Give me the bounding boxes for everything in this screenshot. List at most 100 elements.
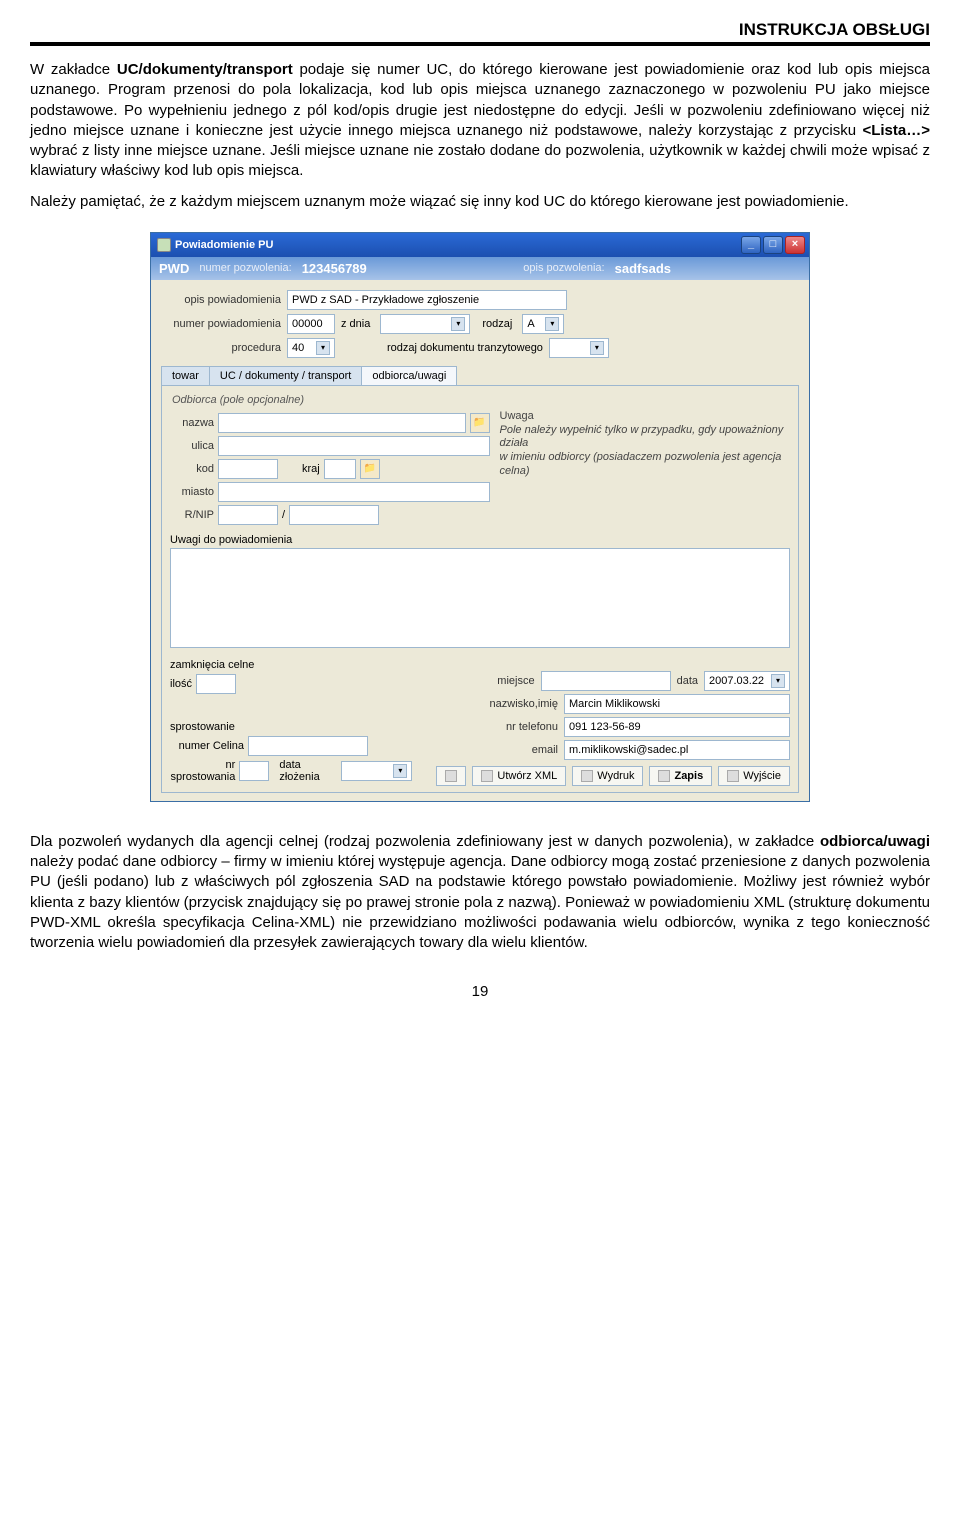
chevron-down-icon: ▾	[545, 317, 559, 331]
embedded-screenshot: Powiadomienie PU _ □ × PWD numer pozwole…	[30, 232, 930, 802]
procedura-value: 40	[292, 342, 304, 354]
procedura-label: procedura	[161, 342, 281, 354]
refresh-icon	[445, 770, 457, 782]
document-body-2: Dla pozwoleń wydanych dla agencji celnej…	[30, 832, 930, 954]
app-window: Powiadomienie PU _ □ × PWD numer pozwole…	[150, 232, 810, 802]
nazwisko-input[interactable]	[564, 694, 790, 714]
zapis-button[interactable]: Zapis	[649, 766, 712, 786]
tabs: towar UC / dokumenty / transport odbiorc…	[161, 366, 799, 385]
odbiorca-group-label: Odbiorca (pole opcjonalne)	[172, 394, 790, 406]
page-header-title: INSTRUKCJA OBSŁUGI	[30, 20, 930, 40]
miejsce-label: miejsce	[497, 675, 534, 687]
kod-label: kod	[170, 463, 214, 475]
refresh-button[interactable]	[436, 766, 466, 786]
tab-odbiorca-uwagi[interactable]: odbiorca/uwagi	[361, 366, 457, 385]
miasto-label: miasto	[170, 486, 214, 498]
form-top: opis powiadomienia numer powiadomienia z…	[151, 280, 809, 801]
minimize-button[interactable]: _	[741, 236, 761, 254]
rodzaj-label: rodzaj	[482, 318, 512, 330]
ilosc-label: ilość	[170, 678, 192, 690]
telefon-label: nr telefonu	[506, 721, 558, 733]
numer-pow-input[interactable]	[287, 314, 335, 334]
zamkniecia-label: zamknięcia celne	[170, 659, 412, 671]
miejsce-input[interactable]	[541, 671, 671, 691]
tab-odbiorca-pane: Odbiorca (pole opcjonalne) nazwa📁 ulica …	[161, 385, 799, 793]
miasto-input[interactable]	[218, 482, 490, 502]
nr-sprost-label: nr sprostowania	[170, 759, 235, 783]
kod-input[interactable]	[218, 459, 278, 479]
data-value: 2007.03.22	[709, 675, 764, 687]
utworz-xml-label: Utwórz XML	[497, 770, 557, 782]
nazwa-input[interactable]	[218, 413, 466, 433]
exit-icon	[727, 770, 739, 782]
pwd-banner: PWD numer pozwolenia: 123456789 opis poz…	[151, 257, 809, 280]
numer-celina-label: numer Celina	[170, 740, 244, 752]
telefon-input[interactable]	[564, 717, 790, 737]
chevron-down-icon: ▾	[393, 764, 407, 778]
uwaga-text1: Pole należy wypełnić tylko w przypadku, …	[500, 424, 790, 452]
p3-bold: <Lista…>	[862, 122, 930, 139]
titlebar: Powiadomienie PU _ □ ×	[151, 233, 809, 257]
uwaga-title: Uwaga	[500, 410, 790, 424]
app-icon	[157, 238, 171, 252]
numer-pozw-value: 123456789	[302, 261, 367, 276]
z-dnia-select[interactable]: ▾	[380, 314, 470, 334]
tab-towar[interactable]: towar	[161, 366, 210, 385]
window-title: Powiadomienie PU	[175, 239, 273, 251]
data-zloz-label: data złożenia	[279, 759, 336, 783]
data-select[interactable]: 2007.03.22▾	[704, 671, 790, 691]
ulica-label: ulica	[170, 440, 214, 452]
folder-icon: 📁	[473, 417, 485, 428]
chevron-down-icon: ▾	[316, 341, 330, 355]
z-dnia-label: z dnia	[341, 318, 370, 330]
save-icon	[658, 770, 670, 782]
wydruk-label: Wydruk	[597, 770, 634, 782]
rodzaj-select[interactable]: A▾	[522, 314, 564, 334]
uwagi-label: Uwagi do powiadomienia	[170, 534, 790, 546]
numer-pozw-label: numer pozwolenia:	[199, 262, 291, 274]
p1-pre: W zakładce	[30, 61, 117, 78]
uwagi-textarea[interactable]	[170, 548, 790, 648]
nazwisko-label: nazwisko,imię	[490, 698, 558, 710]
wyjscie-button[interactable]: Wyjście	[718, 766, 790, 786]
rodzaj-dok-select[interactable]: ▾	[549, 338, 609, 358]
p6a: Dla pozwoleń wydanych dla agencji celnej…	[30, 833, 820, 850]
kraj-lookup-button[interactable]: 📁	[360, 459, 380, 479]
close-button[interactable]: ×	[785, 236, 805, 254]
email-input[interactable]	[564, 740, 790, 760]
uwaga-text2: w imieniu odbiorcy (posiadaczem pozwolen…	[500, 451, 790, 479]
wydruk-button[interactable]: Wydruk	[572, 766, 643, 786]
data-zloz-select[interactable]: ▾	[341, 761, 413, 781]
maximize-button[interactable]: □	[763, 236, 783, 254]
nr-sprost-input[interactable]	[239, 761, 269, 781]
ilosc-input[interactable]	[196, 674, 236, 694]
rodzaj-dok-label: rodzaj dokumentu tranzytowego	[387, 342, 543, 354]
opis-pow-input[interactable]	[287, 290, 567, 310]
sprostowanie-label: sprostowanie	[170, 721, 412, 733]
numer-pow-label: numer powiadomienia	[161, 318, 281, 330]
tab-uc-dokumenty[interactable]: UC / dokumenty / transport	[209, 366, 362, 385]
kraj-input[interactable]	[324, 459, 356, 479]
wyjscie-label: Wyjście	[743, 770, 781, 782]
rnip-input[interactable]	[218, 505, 278, 525]
rnip2-input[interactable]	[289, 505, 379, 525]
xml-icon	[481, 770, 493, 782]
nazwa-lookup-button[interactable]: 📁	[470, 413, 490, 433]
opis-pozw-value: sadfsads	[615, 261, 671, 276]
p1-bold: UC/dokumenty/transport	[117, 61, 293, 78]
page-number: 19	[30, 983, 930, 1000]
procedura-select[interactable]: 40 ▾	[287, 338, 335, 358]
ulica-input[interactable]	[218, 436, 490, 456]
kraj-label: kraj	[302, 463, 320, 475]
document-body: W zakładce UC/dokumenty/transport podaje…	[30, 60, 930, 212]
page-header-rule	[30, 42, 930, 46]
numer-celina-input[interactable]	[248, 736, 368, 756]
utworz-xml-button[interactable]: Utwórz XML	[472, 766, 566, 786]
rodzaj-value: A	[527, 318, 534, 330]
opis-pozw-label: opis pozwolenia:	[523, 262, 604, 274]
chevron-down-icon: ▾	[590, 341, 604, 355]
pwd-label: PWD	[159, 261, 189, 276]
folder-icon: 📁	[364, 463, 376, 474]
rnip-label: R/NIP	[170, 509, 214, 521]
print-icon	[581, 770, 593, 782]
